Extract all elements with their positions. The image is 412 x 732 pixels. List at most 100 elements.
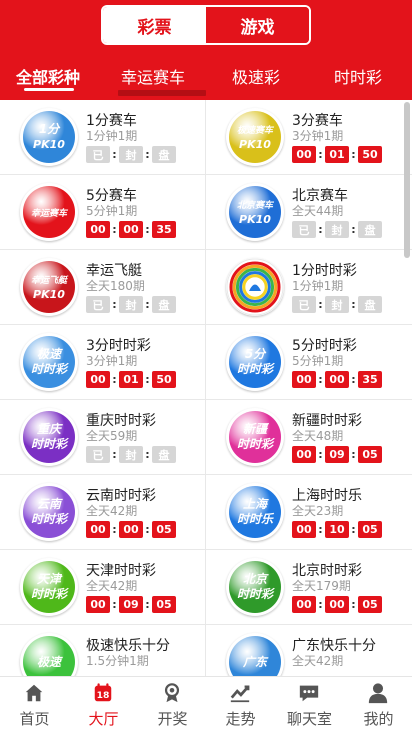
- speed-ssc-logo: 极速 时时彩: [20, 333, 78, 391]
- countdown-separator: :: [112, 223, 117, 236]
- lottery-card[interactable]: 1分 PK10 1分赛车 1分钟1期已: 封: 盘: [0, 100, 206, 175]
- countdown-digits: 01: [325, 146, 349, 163]
- lottery-card[interactable]: 幸运飞艇 PK10 幸运飞艇 全天180期已: 封: 盘: [0, 250, 206, 325]
- segment-games[interactable]: 游戏: [206, 7, 309, 43]
- closed-char: 已: [292, 221, 316, 238]
- countdown-digits: 05: [358, 521, 382, 538]
- countdown-digits: 09: [119, 596, 143, 613]
- lottery-card[interactable]: 上海 时时乐 上海时时乐 全天23期 00:10:05: [206, 475, 412, 550]
- trend-chart-icon: [229, 682, 251, 704]
- lottery-card[interactable]: 北京赛车 PK10 北京赛车 全天44期已: 封: 盘: [206, 175, 412, 250]
- countdown-separator: :: [318, 598, 323, 611]
- lottery-card[interactable]: 重庆 时时彩 重庆时时彩 全天59期已: 封: 盘: [0, 400, 206, 475]
- xinjiang-ssc-logo: 新疆 时时彩: [226, 408, 284, 466]
- countdown-separator: :: [318, 448, 323, 461]
- lottery-frequency: 全天42期: [292, 654, 344, 668]
- lottery-frequency: 3分钟1期: [86, 354, 138, 368]
- svg-text:PK10: PK10: [33, 288, 65, 301]
- svg-text:广东: 广东: [242, 655, 269, 669]
- countdown-digits: 10: [325, 521, 349, 538]
- countdown-separator: :: [351, 148, 356, 161]
- tab-speed-lottery[interactable]: 极速彩: [232, 64, 280, 88]
- countdown-timer: 00:00:05: [86, 521, 176, 538]
- countdown-separator: :: [145, 523, 150, 536]
- countdown-digits: 35: [358, 371, 382, 388]
- countdown-separator: :: [145, 598, 150, 611]
- svg-text:重庆: 重庆: [37, 422, 63, 436]
- lottery-card[interactable]: 幸运赛车 5分赛车 5分钟1期 00:00:35: [0, 175, 206, 250]
- nav-label: 走势: [225, 710, 256, 728]
- countdown-separator: :: [351, 223, 356, 236]
- countdown-digits: 00: [325, 596, 349, 613]
- nav-label: 大厅: [88, 710, 119, 728]
- closed-char: 盘: [152, 446, 176, 463]
- lottery-hall-icon: 18: [92, 682, 114, 704]
- nav-item-home[interactable]: 首页: [0, 677, 69, 732]
- ssc-5min-logo: 5分 时时彩: [226, 333, 284, 391]
- lottery-card[interactable]: 广东 广东快乐十分 全天42期: [206, 625, 412, 680]
- countdown-digits: 05: [152, 521, 176, 538]
- closed-char: 已: [86, 296, 110, 313]
- countdown-digits: 00: [86, 521, 110, 538]
- lottery-frequency: 全天44期: [292, 204, 344, 218]
- countdown-digits: 00: [292, 371, 316, 388]
- lottery-card[interactable]: 极速 极速快乐十分 1.5分钟1期: [0, 625, 206, 680]
- countdown-digits: 00: [86, 371, 110, 388]
- lottery-frequency: 5分钟1期: [86, 204, 138, 218]
- pk10-1min-logo: 1分 PK10: [20, 108, 78, 166]
- closed-char: 盘: [358, 221, 382, 238]
- countdown-digits: 00: [325, 371, 349, 388]
- countdown-separator: :: [112, 148, 117, 161]
- active-tab-indicator: [24, 88, 74, 91]
- svg-text:极速赛车: 极速赛车: [237, 125, 275, 136]
- closed-status: 已:封:盘: [292, 221, 382, 238]
- countdown-separator: :: [112, 298, 117, 311]
- countdown-separator: :: [351, 298, 356, 311]
- nav-item-draw-results[interactable]: 开奖: [138, 677, 207, 732]
- countdown-digits: 09: [325, 446, 349, 463]
- nav-item-profile[interactable]: 我的: [344, 677, 412, 732]
- tab-ssc[interactable]: 时时彩: [334, 64, 382, 88]
- lottery-frequency: 全天42期: [86, 504, 138, 518]
- countdown-separator: :: [112, 598, 117, 611]
- nav-item-chat[interactable]: 聊天室: [275, 677, 344, 732]
- countdown-digits: 05: [152, 596, 176, 613]
- list-scrollbar[interactable]: [404, 102, 410, 258]
- lottery-card[interactable]: 天津 时时彩 天津时时彩 全天42期 00:09:05: [0, 550, 206, 625]
- lottery-card[interactable]: 云南 时时彩 云南时时彩 全天42期 00:00:05: [0, 475, 206, 550]
- lottery-card[interactable]: 极速 时时彩 3分时时彩 3分钟1期 00:01:50: [0, 325, 206, 400]
- svg-text:北京赛车: 北京赛车: [237, 200, 275, 211]
- closed-char: 封: [119, 446, 143, 463]
- lottery-card[interactable]: 极速赛车 PK10 3分赛车 3分钟1期 00:01:50: [206, 100, 412, 175]
- svg-text:时时彩: 时时彩: [31, 512, 69, 526]
- svg-text:18: 18: [97, 690, 110, 701]
- lottery-card[interactable]: 新疆 时时彩 新疆时时彩 全天48期 00:09:05: [206, 400, 412, 475]
- lucky-airship-pk10-logo: 幸运飞艇 PK10: [20, 258, 78, 316]
- closed-char: 已: [86, 446, 110, 463]
- svg-text:上海: 上海: [243, 497, 269, 511]
- lottery-card[interactable]: 5分 时时彩 5分时时彩 5分钟1期 00:00:35: [206, 325, 412, 400]
- segment-lottery[interactable]: 彩票: [103, 7, 206, 43]
- svg-text:新疆: 新疆: [243, 422, 270, 436]
- countdown-separator: :: [145, 298, 150, 311]
- closed-char: 已: [86, 146, 110, 163]
- closed-char: 盘: [358, 296, 382, 313]
- closed-status: 已:封:盘: [86, 446, 176, 463]
- tab-all-lotteries[interactable]: 全部彩种: [16, 64, 80, 88]
- countdown-digits: 00: [292, 446, 316, 463]
- lottery-frequency: 1分钟1期: [86, 129, 138, 143]
- svg-text:PK10: PK10: [239, 213, 271, 226]
- lottery-card[interactable]: 1分时时彩 1分钟1期已: 封: 盘: [206, 250, 412, 325]
- svg-text:5分: 5分: [245, 347, 267, 361]
- lottery-frequency: 1分钟1期: [292, 279, 344, 293]
- lottery-card[interactable]: 北京 时时彩 北京时时彩 全天179期 00:00:05: [206, 550, 412, 625]
- svg-text:极速: 极速: [37, 655, 63, 669]
- tab-lucky-racing[interactable]: 幸运赛车: [121, 64, 185, 88]
- nav-item-lottery-hall[interactable]: 18 大厅: [69, 677, 138, 732]
- countdown-digits: 00: [86, 221, 110, 238]
- nav-item-trend-chart[interactable]: 走势: [206, 677, 275, 732]
- countdown-digits: 00: [86, 596, 110, 613]
- closed-char: 盘: [152, 296, 176, 313]
- svg-text:1分: 1分: [39, 122, 61, 136]
- closed-char: 封: [325, 221, 349, 238]
